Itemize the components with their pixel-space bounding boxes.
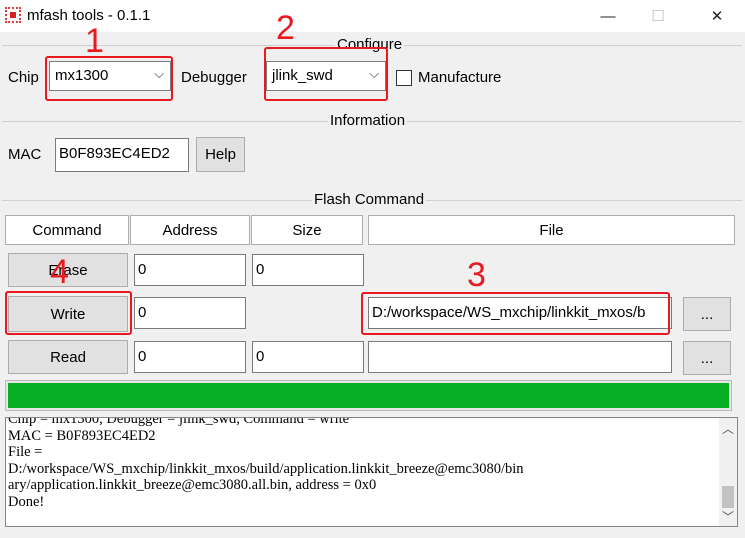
scroll-down-icon[interactable]: ﹀	[722, 508, 734, 525]
close-button[interactable]: ✕	[694, 0, 740, 32]
minimize-button[interactable]: —	[585, 0, 631, 32]
read-size-input[interactable]: 0	[252, 341, 364, 373]
scroll-thumb[interactable]	[722, 486, 734, 508]
log-output[interactable]: Chip = mx1300, Debugger = jlink_swd, Com…	[5, 417, 738, 527]
scroll-up-icon[interactable]: ︿	[722, 420, 734, 437]
read-address-input[interactable]: 0	[134, 341, 246, 373]
manufacture-label: Manufacture	[418, 69, 502, 86]
log-text: Chip = mx1300, Debugger = jlink_swd, Com…	[8, 417, 524, 510]
column-header-size[interactable]: Size	[251, 215, 363, 245]
column-header-address[interactable]: Address	[130, 215, 250, 245]
log-scrollbar[interactable]: ︿ ﹀	[719, 418, 737, 526]
annotation-box-3	[361, 292, 670, 335]
annotation-box-2	[264, 47, 388, 101]
annotation-number-2: 2	[276, 9, 295, 47]
column-header-command[interactable]: Command	[5, 215, 129, 245]
progress-bar	[5, 380, 732, 411]
write-address-input[interactable]: 0	[134, 297, 246, 329]
read-button[interactable]: Read	[8, 340, 128, 374]
annotation-box-4	[5, 291, 132, 335]
flash-group-title: Flash Command	[312, 191, 427, 208]
annotation-number-4: 4	[50, 253, 69, 291]
app-icon	[5, 7, 21, 23]
write-browse-button[interactable]: ...	[683, 297, 731, 331]
read-browse-button[interactable]: ...	[683, 341, 731, 375]
annotation-number-1: 1	[85, 22, 104, 60]
annotation-box-1	[45, 56, 173, 101]
maximize-button[interactable]: ☐	[635, 0, 681, 32]
read-file-input[interactable]	[368, 341, 672, 373]
minimize-icon: —	[600, 7, 616, 25]
erase-size-input[interactable]: 0	[252, 254, 364, 286]
erase-address-input[interactable]: 0	[134, 254, 246, 286]
column-header-file[interactable]: File	[368, 215, 735, 245]
information-group-title: Information	[328, 112, 408, 129]
annotation-number-3: 3	[467, 256, 486, 294]
close-icon: ✕	[710, 8, 724, 25]
manufacture-checkbox[interactable]	[396, 70, 412, 86]
chip-label: Chip	[8, 69, 39, 86]
mac-label: MAC	[8, 146, 42, 163]
progress-fill	[8, 383, 729, 408]
debugger-label: Debugger	[181, 69, 247, 86]
mac-input[interactable]: B0F893EC4ED2	[55, 138, 189, 172]
help-button[interactable]: Help	[196, 137, 245, 172]
maximize-icon: ☐	[651, 8, 665, 25]
